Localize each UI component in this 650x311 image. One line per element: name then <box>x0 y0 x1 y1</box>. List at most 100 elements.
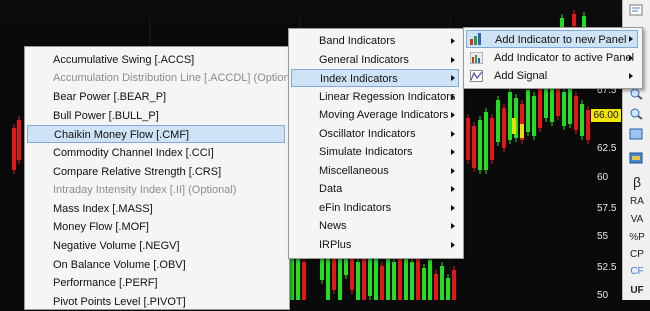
candle-body <box>586 110 590 140</box>
menu-item-cci[interactable]: Commodity Channel Index [.CCI] <box>27 144 285 162</box>
candle-body <box>356 262 360 300</box>
menu-item-crs[interactable]: Compare Relative Strength [.CRS] <box>27 163 285 181</box>
menu-item-add-signal[interactable]: Add Signal <box>466 67 638 85</box>
menu-item-efin[interactable]: eFin Indicators <box>291 199 459 217</box>
candle-body <box>446 278 450 300</box>
menu-item-irplus[interactable]: IRPlus <box>291 236 459 254</box>
candle-body <box>532 96 536 136</box>
chevron-right-icon <box>451 186 455 192</box>
candle-body <box>380 266 384 300</box>
cf-button[interactable]: CF <box>625 264 649 280</box>
chevron-right-icon <box>629 55 633 61</box>
menu-item-ii: Intraday Intensity Index [.II] (Optional… <box>53 184 237 196</box>
candle-body <box>416 256 420 300</box>
chevron-right-icon <box>451 168 455 174</box>
candle-body <box>422 268 426 300</box>
new-panel-icon <box>470 33 481 45</box>
active-panel-icon <box>470 52 483 64</box>
menu-item-news[interactable]: News <box>291 217 459 235</box>
chevron-right-icon <box>451 75 455 81</box>
candle-body <box>496 100 500 142</box>
candle-body <box>508 92 512 140</box>
menu-item-mass[interactable]: Mass Index [.MASS] <box>27 200 285 218</box>
chevron-right-icon <box>451 223 455 229</box>
candle-body <box>290 258 294 300</box>
menu-item-pivot[interactable]: Pivot Points Level [.PIVOT] <box>27 293 285 311</box>
menu-item-band-indicators[interactable]: Band Indicators <box>291 32 459 50</box>
candle-body <box>398 252 402 300</box>
chevron-right-icon <box>451 205 455 211</box>
menu-item-add-new-panel[interactable]: Add Indicator to new Panel <box>466 30 638 48</box>
candle-body <box>520 124 524 138</box>
zoom-out-icon[interactable] <box>629 108 643 120</box>
axis-label: 57.5 <box>597 203 617 214</box>
candle-body <box>17 120 21 160</box>
candle-body <box>490 118 494 160</box>
axis-label: 62.5 <box>597 143 617 154</box>
menu-item-data[interactable]: Data <box>291 180 459 198</box>
layers-icon[interactable] <box>629 152 643 164</box>
menu-item-perf[interactable]: Performance [.PERF] <box>27 274 285 292</box>
candle-body <box>440 266 444 300</box>
menu-item-accs[interactable]: Accumulative Swing [.ACCS] <box>27 51 285 69</box>
menu-item-moving-average[interactable]: Moving Average Indicators <box>291 106 459 124</box>
menu-item-obv[interactable]: On Balance Volume [.OBV] <box>27 256 285 274</box>
candle-body <box>502 108 506 148</box>
chevron-right-icon <box>451 38 455 44</box>
candle-body <box>466 118 470 160</box>
chevron-right-icon <box>451 112 455 118</box>
indicator-submenu: Accumulative Swing [.ACCS] Accumulation … <box>24 46 302 311</box>
candle-body <box>526 90 530 132</box>
candle-body <box>392 262 396 300</box>
menu-item-bull-p[interactable]: Bull Power [.BULL_P] <box>27 107 285 125</box>
menu-item-miscellaneous[interactable]: Miscellaneous <box>291 162 459 180</box>
candle-body <box>568 88 572 124</box>
candle-body <box>538 88 542 128</box>
chevron-right-icon <box>451 131 455 137</box>
candle-body <box>362 255 366 300</box>
menu-item-cmf[interactable]: Chaikin Money Flow [.CMF] <box>27 125 285 143</box>
menu-item-accdl: Accumulation Distribution Line [.ACCDL] … <box>53 72 302 84</box>
zoom-in-icon[interactable] <box>629 88 643 100</box>
candle-body <box>410 262 414 300</box>
candle-body <box>550 86 554 122</box>
toolbar-top-icon[interactable] <box>629 4 643 16</box>
percent-p-button[interactable]: %P <box>625 230 649 246</box>
menu-item-linear-regression[interactable]: Linear Regession Indicators <box>291 88 459 106</box>
uf-button[interactable]: UF <box>625 283 649 299</box>
candle-body <box>434 274 438 300</box>
menu-item-mof[interactable]: Money Flow [.MOF] <box>27 218 285 236</box>
cp-button[interactable]: CP <box>625 247 649 263</box>
chevron-right-icon <box>451 94 455 100</box>
menu-item-bear-p[interactable]: Bear Power [.BEAR_P] <box>27 88 285 106</box>
candle-body <box>512 118 516 134</box>
va-button[interactable]: VA <box>625 212 649 228</box>
ra-button[interactable]: RA <box>625 194 649 210</box>
action-menu: Add Indicator to new Panel Add Indicator… <box>463 27 643 89</box>
chevron-right-icon <box>629 36 633 42</box>
candle-body <box>452 270 456 300</box>
menu-item-general-indicators[interactable]: General Indicators <box>291 51 459 69</box>
candle-body <box>302 262 306 300</box>
beta-button[interactable]: β <box>625 174 649 190</box>
candle-body <box>574 96 578 130</box>
menu-item-oscillator[interactable]: Oscillator Indicators <box>291 125 459 143</box>
chevron-right-icon <box>451 149 455 155</box>
chevron-right-icon <box>451 57 455 63</box>
candle-body <box>478 120 482 170</box>
window-icon[interactable] <box>629 128 643 140</box>
candle-body <box>428 260 432 300</box>
candle-body <box>562 92 566 126</box>
chevron-right-icon <box>629 73 633 79</box>
menu-item-index-indicators[interactable]: Index Indicators <box>291 69 459 87</box>
menu-item-simulate[interactable]: Simulate Indicators <box>291 143 459 161</box>
chevron-right-icon <box>451 242 455 248</box>
candle-body <box>572 14 576 26</box>
candle-body <box>484 112 488 170</box>
menu-item-negv[interactable]: Negative Volume [.NEGV] <box>27 237 285 255</box>
candle-body <box>338 252 342 300</box>
menu-item-add-active-panel[interactable]: Add Indicator to active Panel <box>466 49 638 67</box>
candle-body <box>386 258 390 300</box>
signal-icon <box>470 70 483 82</box>
axis-label: 52.5 <box>597 262 617 273</box>
